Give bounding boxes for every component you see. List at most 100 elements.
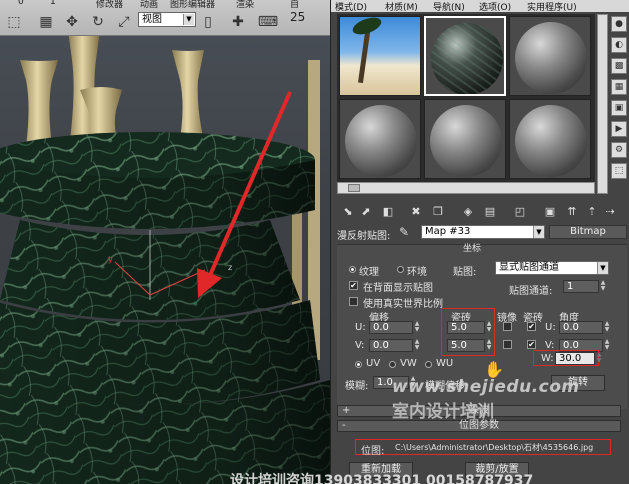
environ-radio[interactable]: [397, 266, 404, 273]
backlight-icon[interactable]: ◐: [611, 37, 627, 53]
window-crossing-icon[interactable]: ▦: [36, 12, 56, 32]
map-name-field[interactable]: Map #33 ▼: [421, 225, 545, 239]
go-to-parent-icon[interactable]: ⇡: [585, 205, 599, 219]
uv-label: UV: [366, 358, 381, 369]
make-preview-icon[interactable]: ▶: [611, 121, 627, 137]
background-icon[interactable]: ▩: [611, 58, 627, 74]
go-forward-icon[interactable]: ⇢: [603, 205, 617, 219]
spinner-arrows-icon[interactable]: ▲ ▼: [595, 352, 603, 365]
rollout-title[interactable]: 坐标: [463, 241, 481, 254]
spinner-arrows-icon[interactable]: ▲ ▼: [603, 339, 611, 352]
watermark-brand: 室内设计培训: [392, 402, 494, 422]
sample-slot-2[interactable]: [424, 16, 506, 96]
snap-value: 25: [290, 10, 306, 24]
select-region-icon[interactable]: ⬚: [4, 12, 24, 32]
v-tile-checkbox[interactable]: ✔: [527, 340, 536, 349]
show-map-icon[interactable]: ▣: [543, 205, 557, 219]
u-offset-spinner[interactable]: 0.0 ▲ ▼: [369, 321, 419, 334]
menu-options[interactable]: 选项(O): [479, 0, 511, 13]
scale-icon[interactable]: ⤢: [114, 12, 134, 32]
scene-3d: y z: [0, 30, 330, 484]
menu-utilities[interactable]: 实用程序(U): [527, 0, 577, 13]
real-world-checkbox[interactable]: [349, 297, 358, 306]
slots-vertical-scrollbar[interactable]: [597, 14, 608, 194]
pivot-icon[interactable]: ▯: [198, 12, 218, 32]
spinner-arrows-icon[interactable]: ▲ ▼: [603, 321, 611, 334]
v-label: V:: [355, 340, 365, 351]
texture-radio[interactable]: [349, 266, 356, 273]
sphere-preview: [430, 105, 502, 177]
put-to-scene-icon[interactable]: ⬈: [359, 205, 373, 219]
bitmap-path-button[interactable]: C:\Users\Administrator\Desktop\石材\453564…: [395, 442, 593, 453]
menu-item[interactable]: 渲染: [236, 0, 254, 8]
sample-slot-1[interactable]: [339, 16, 421, 96]
menu-item[interactable]: 修改器: [96, 0, 123, 8]
scroll-thumb[interactable]: [348, 184, 360, 192]
uv-radio[interactable]: [355, 361, 362, 368]
spinner-arrows-icon[interactable]: ▲ ▼: [599, 280, 607, 293]
menu-material[interactable]: 材质(M): [385, 0, 418, 13]
texture-label: 纹理: [359, 267, 379, 278]
reset-map-icon[interactable]: ✖: [409, 205, 423, 219]
sample-slot-3[interactable]: [509, 16, 591, 96]
map-channel-value: 1: [567, 281, 574, 292]
u-angle-spinner[interactable]: 0.0 ▲ ▼: [559, 321, 609, 334]
menu-item[interactable]: 动画: [140, 0, 158, 8]
move-icon[interactable]: ✥: [62, 12, 82, 32]
watermark-url: www.shejiedu.com: [392, 377, 580, 397]
eyedropper-icon[interactable]: ✎: [399, 225, 413, 239]
real-world-label: 使用真实世界比例: [363, 299, 443, 310]
spinner-arrows-icon[interactable]: ▲ ▼: [413, 339, 421, 352]
menu-item[interactable]: 0: [18, 0, 24, 7]
u-tile-checkbox[interactable]: ✔: [527, 322, 536, 331]
sample-slot-6[interactable]: [509, 99, 591, 179]
map-type-button[interactable]: Bitmap: [549, 225, 627, 239]
menu-item[interactable]: 自: [290, 0, 299, 8]
sample-slot-5[interactable]: [424, 99, 506, 179]
u-angle-label: U:: [545, 322, 556, 333]
v-offset-spinner[interactable]: 0.0 ▲ ▼: [369, 339, 419, 352]
show-map-back-checkbox[interactable]: ✔: [349, 281, 358, 290]
rotate-icon[interactable]: ↻: [88, 12, 108, 32]
reference-coord-dropdown[interactable]: 视图 ▼: [138, 12, 196, 27]
select-manipulate-icon[interactable]: ✚: [228, 12, 248, 32]
put-library-icon[interactable]: ▤: [483, 205, 497, 219]
mapping-dropdown[interactable]: 显式贴图通道 ▼: [495, 261, 609, 275]
w-angle-spinner[interactable]: 30.0 ▲ ▼: [555, 352, 601, 365]
watermark-phone: 设计培训咨询13903833301 00158787937: [230, 473, 534, 484]
w-angle-value: 30.0: [559, 353, 582, 364]
viewport[interactable]: y z 0 1 修改器 动画 图形编辑器 渲染 自 ⬚ ▦ ✥ ↻ ⤢ 视图 ▼…: [0, 0, 330, 484]
spinner-arrows-icon[interactable]: ▲ ▼: [413, 321, 421, 334]
map-name-row: 漫反射贴图: ✎ Map #33 ▼ Bitmap: [337, 225, 627, 242]
menu-item[interactable]: 图形编辑器: [170, 0, 215, 8]
show-end-result-icon[interactable]: ⇈: [565, 205, 579, 219]
material-editor-menu: 模式(D) 材质(M) 导航(N) 选项(O) 实用程序(U): [331, 0, 629, 13]
material-toolbar: ⬊ ⬈ ◧ ✖ ❐ ◈ ▤ ◰ ▣ ⇈ ⇡ ⇢: [337, 203, 614, 223]
copy-material-icon[interactable]: ❐: [431, 205, 445, 219]
menu-mode[interactable]: 模式(D): [335, 0, 367, 13]
menu-navigation[interactable]: 导航(N): [433, 0, 465, 13]
v-mirror-checkbox[interactable]: [503, 340, 512, 349]
keyboard-shortcut-icon[interactable]: ⌨: [258, 12, 278, 32]
assign-material-icon[interactable]: ◧: [381, 205, 395, 219]
make-unique-icon[interactable]: ◈: [461, 205, 475, 219]
video-check-icon[interactable]: ▣: [611, 100, 627, 116]
select-by-material-icon[interactable]: ⬚: [611, 163, 627, 179]
material-id-icon[interactable]: ◰: [513, 205, 527, 219]
map-channel-spinner[interactable]: 1 ▲ ▼: [563, 280, 605, 293]
map-label: 漫反射贴图:: [337, 231, 391, 242]
u-mirror-checkbox[interactable]: [503, 322, 512, 331]
sample-type-icon[interactable]: ●: [611, 16, 627, 32]
get-material-icon[interactable]: ⬊: [341, 205, 355, 219]
u-offset-value: 0.0: [373, 322, 389, 333]
wu-radio[interactable]: [425, 361, 432, 368]
map-name-value: Map #33: [425, 226, 471, 237]
environ-label: 环境: [407, 267, 427, 278]
vw-radio[interactable]: [389, 361, 396, 368]
options-icon[interactable]: ⚙: [611, 142, 627, 158]
uv-tiling-icon[interactable]: ▦: [611, 79, 627, 95]
slots-horizontal-scrollbar[interactable]: [337, 182, 595, 194]
sphere-preview: [515, 22, 587, 94]
sample-slot-4[interactable]: [339, 99, 421, 179]
menu-item[interactable]: 1: [50, 0, 56, 7]
